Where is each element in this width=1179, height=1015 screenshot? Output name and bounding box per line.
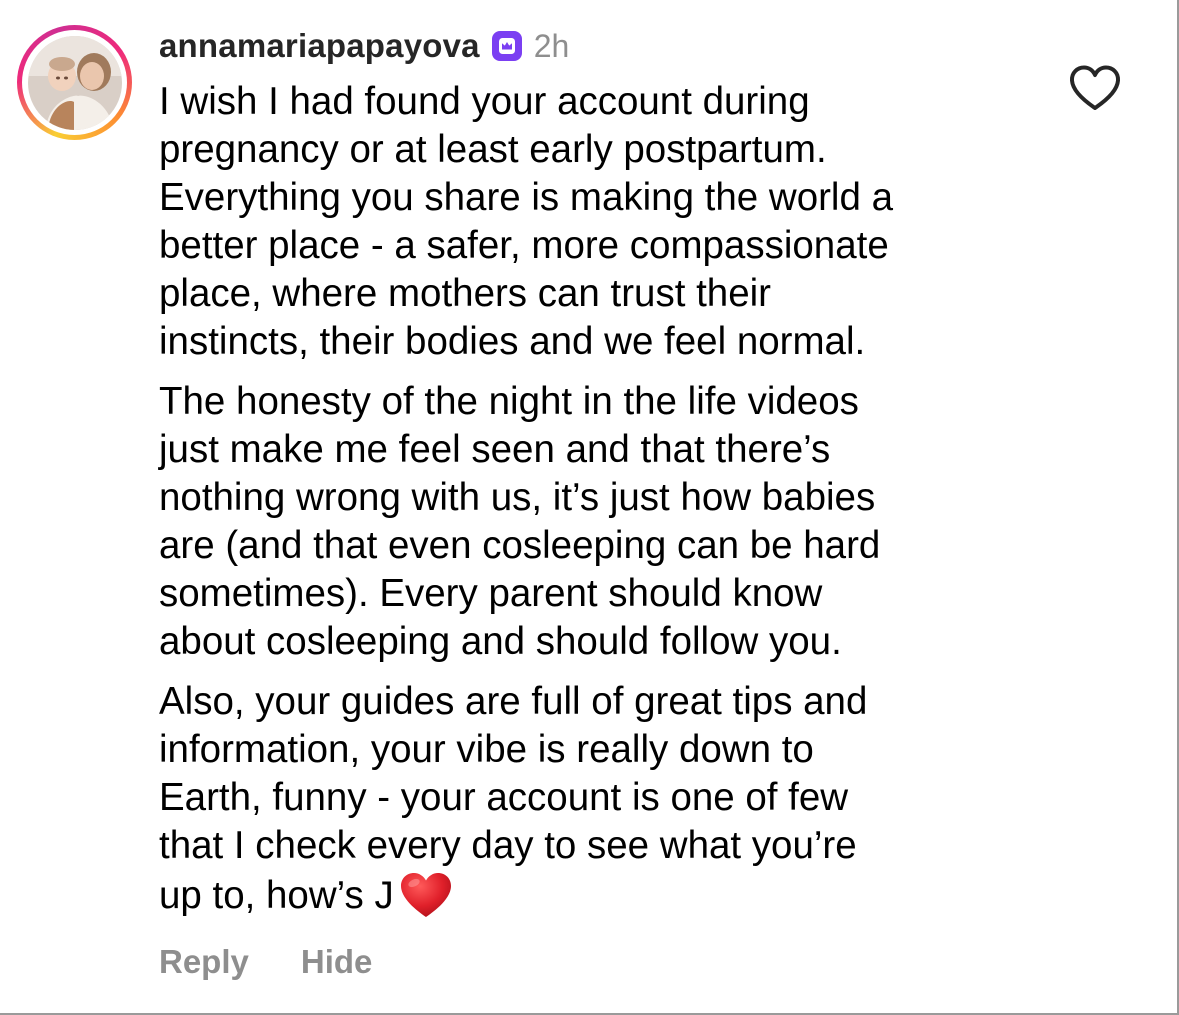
hide-button[interactable]: Hide: [301, 943, 373, 981]
comment-actions: Reply Hide: [159, 943, 372, 981]
text-line: information, your vibe is really down to: [159, 728, 814, 771]
text-line: sometimes). Every parent should know: [159, 572, 823, 615]
avatar: [27, 35, 122, 130]
text-line: Earth, funny - your account is one of fe…: [159, 776, 849, 819]
red-heart-emoji-icon: [400, 873, 451, 917]
text-line: The honesty of the night in the life vid…: [159, 380, 859, 423]
comment-body: I wish I had found your account during p…: [159, 78, 1039, 932]
text-line: I wish I had found your account during: [159, 80, 810, 123]
text-line: instincts, their bodies and we feel norm…: [159, 320, 866, 363]
comment-paragraph: I wish I had found your account during p…: [159, 78, 1039, 366]
text-line: about cosleeping and should follow you.: [159, 620, 842, 663]
text-line: place, where mothers can trust their: [159, 272, 771, 315]
text-fragment: up to, how’s J: [159, 874, 394, 917]
text-line: just make me feel seen and that there’s: [159, 428, 831, 471]
comment-paragraph: Also, your guides are full of great tips…: [159, 678, 1039, 920]
text-line-last: up to, how’s J: [159, 870, 1039, 920]
text-line: nothing wrong with us, it’s just how bab…: [159, 476, 876, 519]
username[interactable]: annamariapapayova: [159, 27, 480, 65]
text-line: that I check every day to see what you’r…: [159, 824, 857, 867]
avatar-story-ring[interactable]: [17, 25, 132, 140]
crown-icon: [491, 31, 522, 61]
comment-header: annamariapapayova 2h: [159, 24, 569, 68]
text-line: are (and that even cosleeping can be har…: [159, 524, 881, 567]
text-line: Everything you share is making the world…: [159, 176, 894, 219]
text-line: pregnancy or at least early postpartum.: [159, 128, 827, 171]
timestamp: 2h: [533, 27, 570, 64]
text-line: Also, your guides are full of great tips…: [159, 680, 868, 723]
heart-outline-icon[interactable]: [1068, 64, 1122, 112]
comment-paragraph: The honesty of the night in the life vid…: [159, 378, 1039, 666]
text-line: better place - a safer, more compassiona…: [159, 224, 889, 267]
reply-button[interactable]: Reply: [159, 943, 249, 981]
